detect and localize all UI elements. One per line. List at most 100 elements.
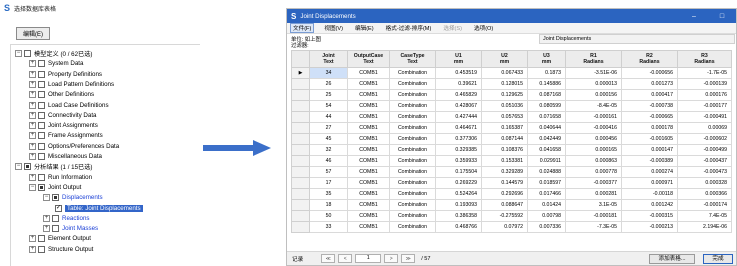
table-cell[interactable]: COMB1 [347, 188, 390, 200]
table-cell[interactable]: 0.153381 [481, 155, 528, 167]
table-cell[interactable]: 0.000156 [565, 89, 622, 101]
table-cell[interactable]: 0.129625 [481, 89, 528, 101]
table-row[interactable]: 50 COMB1 Combination 0.386358 -0.275592 0.007… [291, 210, 732, 222]
menu-item[interactable]: 选项(O) [472, 24, 495, 32]
add-tables-button[interactable]: 添加表格... [649, 254, 695, 264]
table-cell[interactable]: 0.01424 [527, 199, 566, 211]
expand-icon[interactable]: + [29, 142, 36, 150]
expand-icon[interactable]: + [29, 132, 36, 140]
tree-node[interactable]: + Options/Preferences Data [29, 142, 119, 151]
expand-icon[interactable]: + [29, 235, 36, 243]
row-header[interactable] [291, 111, 310, 123]
table-cell[interactable]: 0.1873 [527, 67, 566, 79]
row-header[interactable] [291, 210, 310, 222]
table-cell[interactable]: 34 [309, 67, 348, 79]
row-header[interactable] [291, 199, 310, 211]
table-cell[interactable]: 0.128015 [481, 78, 528, 90]
table-cell[interactable]: 33 [309, 221, 348, 233]
table-cell[interactable]: COMB1 [347, 166, 390, 178]
expand-icon[interactable]: + [29, 111, 36, 119]
table-cell[interactable]: 0.080599 [527, 100, 566, 112]
table-cell[interactable]: 0.000013 [565, 78, 622, 90]
menu-item[interactable]: 文件(F) [290, 23, 315, 33]
expand-icon[interactable]: + [29, 173, 36, 181]
table-row[interactable]: 27 COMB1 Combination 0.464671 0.165387 0.0406… [291, 122, 732, 134]
table-cell[interactable]: -0.000177 [677, 100, 732, 112]
tree-node[interactable]: − 模型定义 (0 / 62已选) [15, 49, 92, 58]
record-number-input[interactable]: 1 [355, 254, 382, 263]
table-cell[interactable]: -0.000656 [621, 67, 678, 79]
table-row[interactable]: 25 COMB1 Combination 0.465829 0.129625 0.0871… [291, 89, 732, 101]
table-cell[interactable]: -0.275592 [481, 210, 528, 222]
table-cell[interactable]: 0.427444 [435, 111, 482, 123]
table-cell[interactable]: 0.041658 [527, 144, 566, 156]
column-header[interactable]: U1 mm [435, 50, 482, 68]
table-cell[interactable]: 0.017466 [527, 188, 566, 200]
table-cell[interactable]: -0.000499 [677, 144, 732, 156]
checkbox[interactable] [38, 122, 45, 130]
expand-icon[interactable]: + [29, 122, 36, 130]
table-cell[interactable]: Combination [389, 155, 436, 167]
table-cell[interactable]: 0.087168 [527, 89, 566, 101]
table-row[interactable]: 54 COMB1 Combination 0.428067 0.051036 0.0805… [291, 100, 732, 112]
table-cell[interactable]: 0.007336 [527, 221, 566, 233]
table-cell[interactable]: 0.001242 [621, 199, 678, 211]
table-cell[interactable]: 25 [309, 89, 348, 101]
table-cell[interactable]: -0.000213 [621, 221, 678, 233]
table-cell[interactable]: -0.000139 [677, 78, 732, 90]
table-cell[interactable]: 0.377306 [435, 133, 482, 145]
row-header[interactable] [291, 100, 310, 112]
table-cell[interactable]: COMB1 [347, 133, 390, 145]
checkbox[interactable] [38, 183, 45, 191]
table-cell[interactable]: COMB1 [347, 177, 390, 189]
table-cell[interactable]: -8.4E-05 [565, 100, 622, 112]
table-row[interactable]: ▶ 34 COMB1 Combination 0.453519 0.067433 0.187… [291, 67, 732, 79]
checkbox[interactable] [38, 111, 45, 119]
table-cell[interactable]: 0.051036 [481, 100, 528, 112]
tree-node[interactable]: + Run Information [29, 173, 92, 182]
table-cell[interactable]: 0.000971 [621, 177, 678, 189]
table-cell[interactable]: COMB1 [347, 122, 390, 134]
table-cell[interactable]: 54 [309, 100, 348, 112]
table-cell[interactable]: 0.000863 [565, 155, 622, 167]
menu-item[interactable]: 选择(S) [441, 24, 464, 32]
tree-node[interactable]: + Property Definitions [29, 70, 102, 79]
table-cell[interactable]: COMB1 [347, 221, 390, 233]
table-cell[interactable]: 0.108376 [481, 144, 528, 156]
expand-icon[interactable]: + [29, 91, 36, 99]
expand-icon[interactable]: + [29, 245, 36, 253]
row-header[interactable] [291, 144, 310, 156]
table-cell[interactable]: 17 [309, 177, 348, 189]
table-row[interactable]: 32 COMB1 Combination 0.329385 0.108376 0.0416… [291, 144, 732, 156]
table-cell[interactable]: Combination [389, 177, 436, 189]
table-cell[interactable]: 3.1E-05 [565, 199, 622, 211]
table-cell[interactable]: 0.067433 [481, 67, 528, 79]
table-cell[interactable]: 0.359933 [435, 155, 482, 167]
table-cell[interactable]: 0.329289 [481, 166, 528, 178]
table-cell[interactable]: 44 [309, 111, 348, 123]
expand-icon[interactable]: + [29, 101, 36, 109]
table-cell[interactable]: 0.329385 [435, 144, 482, 156]
table-cell[interactable]: -0.000665 [621, 111, 678, 123]
table-row[interactable]: 44 COMB1 Combination 0.427444 0.057653 0.0716… [291, 111, 732, 123]
table-cell[interactable]: COMB1 [347, 67, 390, 79]
table-cell[interactable]: 0.39621 [435, 78, 482, 90]
table-cell[interactable]: Combination [389, 144, 436, 156]
expand-icon[interactable]: + [29, 60, 36, 68]
column-header[interactable]: U3 mm [527, 50, 566, 68]
row-header[interactable] [291, 177, 310, 189]
table-cell[interactable]: Combination [389, 210, 436, 222]
table-cell[interactable]: 0.00798 [527, 210, 566, 222]
checkbox[interactable] [24, 50, 31, 57]
tree-node[interactable]: + Other Definitions [29, 90, 94, 99]
checkbox[interactable] [55, 204, 62, 212]
table-cell[interactable]: -0.000161 [565, 111, 622, 123]
menu-item[interactable]: 编辑(E) [353, 24, 376, 32]
table-cell[interactable]: Combination [389, 188, 436, 200]
tree-node[interactable]: − Displacements [43, 193, 103, 202]
table-cell[interactable]: 26 [309, 78, 348, 90]
table-cell[interactable]: Combination [389, 89, 436, 101]
tree-node[interactable]: + Structure Output [29, 245, 93, 254]
table-cell[interactable]: -0.001605 [621, 133, 678, 145]
table-row[interactable]: 26 COMB1 Combination 0.39621 0.128015 0.14588… [291, 78, 732, 90]
